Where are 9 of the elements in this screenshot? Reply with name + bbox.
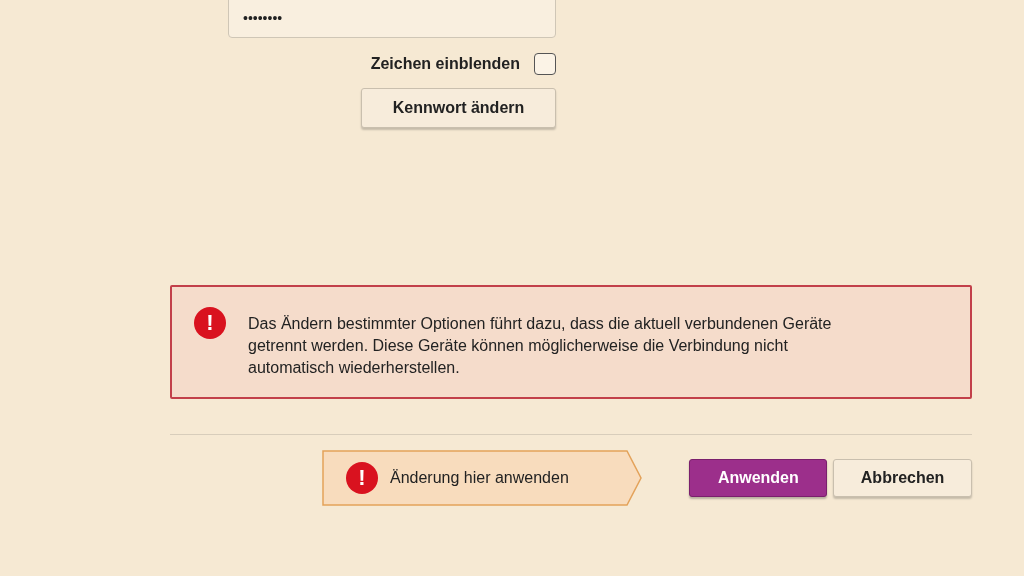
checkbox-label: Zeichen einblenden [370,55,520,73]
cancel-button[interactable]: Abbrechen [833,459,972,497]
password-field[interactable]: •••••••• [228,0,556,38]
hint-text: Änderung hier anwenden [390,469,569,487]
error-icon: ! [194,307,226,339]
show-characters-checkbox[interactable] [534,53,556,75]
change-password-button[interactable]: Kennwort ändern [361,88,556,128]
warning-text: Das Ändern bestimmter Optionen führt dazu, dass die aktuell verbundenen Geräte getrennt werden. Diese Geräte können möglicherweise die Verbindung nicht automatisch wiederherstellen. [248,314,833,378]
apply-button[interactable]: Anwenden [689,459,828,497]
